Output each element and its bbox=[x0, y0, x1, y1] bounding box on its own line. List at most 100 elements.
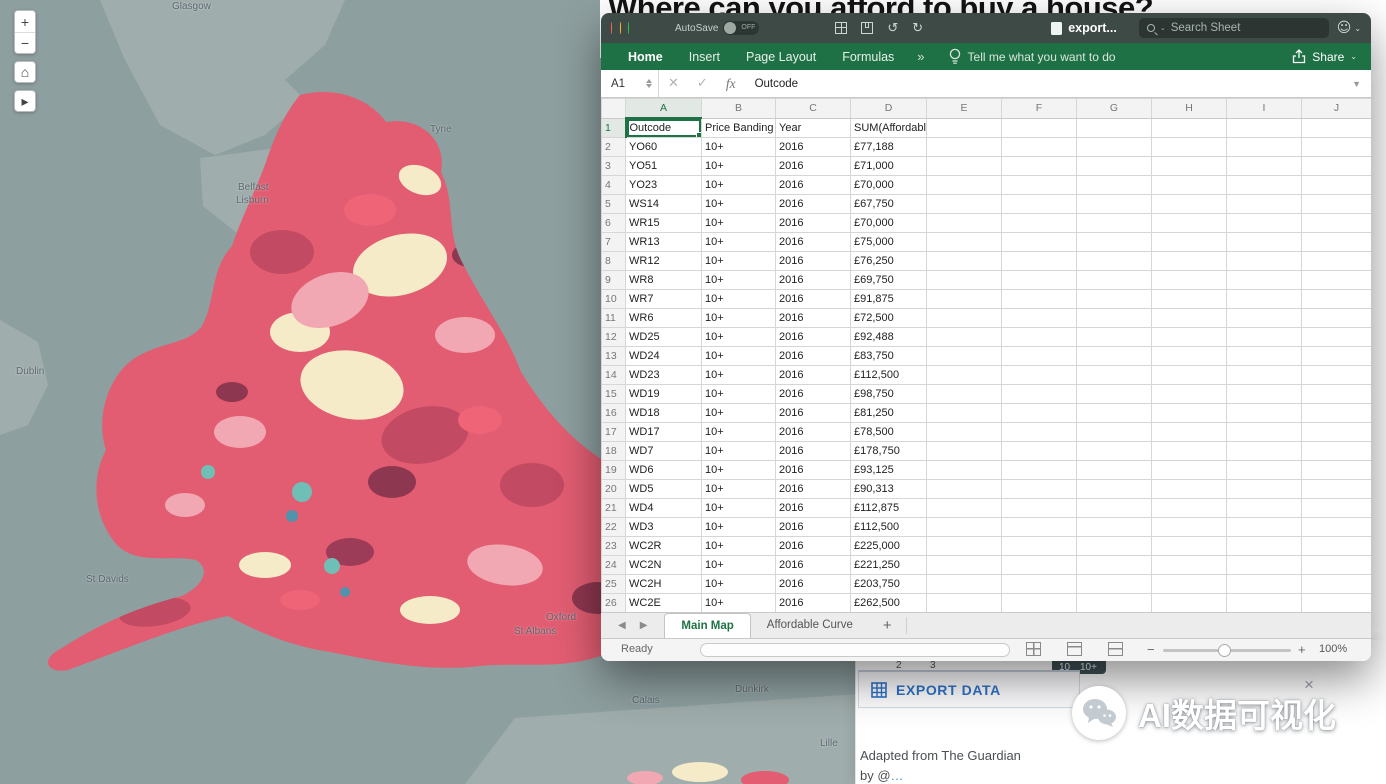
cell-F20[interactable] bbox=[1001, 479, 1077, 499]
cell-F13[interactable] bbox=[1001, 346, 1077, 366]
cell-H3[interactable] bbox=[1151, 156, 1227, 176]
cell-H4[interactable] bbox=[1151, 175, 1227, 195]
cell-J24[interactable] bbox=[1301, 555, 1371, 575]
cell-B18[interactable]: 10+ bbox=[701, 441, 776, 461]
tab-page-layout[interactable]: Page Layout bbox=[733, 50, 829, 64]
cell-F7[interactable] bbox=[1001, 232, 1077, 252]
cell-H21[interactable] bbox=[1151, 498, 1227, 518]
row-header-26[interactable]: 26 bbox=[601, 593, 626, 612]
cell-I11[interactable] bbox=[1226, 308, 1302, 328]
cell-E21[interactable] bbox=[926, 498, 1002, 518]
select-all-corner[interactable] bbox=[601, 98, 626, 119]
cell-F14[interactable] bbox=[1001, 365, 1077, 385]
cell-J20[interactable] bbox=[1301, 479, 1371, 499]
cell-D19[interactable]: £93,125 bbox=[850, 460, 927, 480]
cell-E11[interactable] bbox=[926, 308, 1002, 328]
cell-J16[interactable] bbox=[1301, 403, 1371, 423]
cell-E23[interactable] bbox=[926, 536, 1002, 556]
name-box[interactable]: A1 bbox=[601, 70, 659, 97]
cell-C15[interactable]: 2016 bbox=[775, 384, 851, 404]
cell-H9[interactable] bbox=[1151, 270, 1227, 290]
cell-C8[interactable]: 2016 bbox=[775, 251, 851, 271]
cell-D12[interactable]: £92,488 bbox=[850, 327, 927, 347]
row-header-20[interactable]: 20 bbox=[601, 479, 626, 499]
cell-D25[interactable]: £203,750 bbox=[850, 574, 927, 594]
row-header-19[interactable]: 19 bbox=[601, 460, 626, 480]
cell-J23[interactable] bbox=[1301, 536, 1371, 556]
cell-H19[interactable] bbox=[1151, 460, 1227, 480]
cell-A21[interactable]: WD4 bbox=[625, 498, 702, 518]
autosave-toggle[interactable]: OFF bbox=[723, 21, 760, 35]
col-header-I[interactable]: I bbox=[1226, 98, 1302, 119]
cell-A9[interactable]: WR8 bbox=[625, 270, 702, 290]
cell-B15[interactable]: 10+ bbox=[701, 384, 776, 404]
cell-F3[interactable] bbox=[1001, 156, 1077, 176]
cell-J8[interactable] bbox=[1301, 251, 1371, 271]
cell-B1[interactable]: Price Banding bbox=[701, 117, 776, 138]
row-header-17[interactable]: 17 bbox=[601, 422, 626, 442]
cell-E15[interactable] bbox=[926, 384, 1002, 404]
credit-link[interactable]: … bbox=[891, 768, 904, 783]
sheet-tab-main-map[interactable]: Main Map bbox=[664, 613, 751, 638]
col-header-B[interactable]: B bbox=[701, 98, 776, 119]
cell-C21[interactable]: 2016 bbox=[775, 498, 851, 518]
cell-D11[interactable]: £72,500 bbox=[850, 308, 927, 328]
cell-E7[interactable] bbox=[926, 232, 1002, 252]
save-icon[interactable] bbox=[861, 22, 874, 34]
close-window-button[interactable] bbox=[611, 22, 612, 34]
cell-I26[interactable] bbox=[1226, 593, 1302, 612]
cell-B11[interactable]: 10+ bbox=[701, 308, 776, 328]
row-header-25[interactable]: 25 bbox=[601, 574, 626, 594]
cell-J15[interactable] bbox=[1301, 384, 1371, 404]
cell-G19[interactable] bbox=[1076, 460, 1152, 480]
cell-F9[interactable] bbox=[1001, 270, 1077, 290]
tell-me-button[interactable]: Tell me what you want to do bbox=[949, 48, 1116, 65]
cell-B14[interactable]: 10+ bbox=[701, 365, 776, 385]
cell-J4[interactable] bbox=[1301, 175, 1371, 195]
cell-D2[interactable]: £77,188 bbox=[850, 137, 927, 157]
pan-button[interactable]: ▸ bbox=[14, 90, 36, 112]
row-header-22[interactable]: 22 bbox=[601, 517, 626, 537]
cell-E5[interactable] bbox=[926, 194, 1002, 214]
cell-I2[interactable] bbox=[1226, 137, 1302, 157]
cell-I7[interactable] bbox=[1226, 232, 1302, 252]
cell-A17[interactable]: WD17 bbox=[625, 422, 702, 442]
cell-J10[interactable] bbox=[1301, 289, 1371, 309]
cell-G8[interactable] bbox=[1076, 251, 1152, 271]
cell-G23[interactable] bbox=[1076, 536, 1152, 556]
row-header-14[interactable]: 14 bbox=[601, 365, 626, 385]
cell-G25[interactable] bbox=[1076, 574, 1152, 594]
cell-I25[interactable] bbox=[1226, 574, 1302, 594]
cell-G7[interactable] bbox=[1076, 232, 1152, 252]
cell-A23[interactable]: WC2R bbox=[625, 536, 702, 556]
cell-I3[interactable] bbox=[1226, 156, 1302, 176]
cell-J21[interactable] bbox=[1301, 498, 1371, 518]
cell-I1[interactable] bbox=[1226, 117, 1302, 138]
zoom-in-icon[interactable]: + bbox=[1298, 642, 1306, 657]
cell-D18[interactable]: £178,750 bbox=[850, 441, 927, 461]
cell-C26[interactable]: 2016 bbox=[775, 593, 851, 612]
col-header-A[interactable]: A bbox=[625, 98, 702, 119]
cell-J11[interactable] bbox=[1301, 308, 1371, 328]
cell-G12[interactable] bbox=[1076, 327, 1152, 347]
formula-input[interactable]: Outcode bbox=[755, 78, 798, 90]
row-header-13[interactable]: 13 bbox=[601, 346, 626, 366]
cell-D10[interactable]: £91,875 bbox=[850, 289, 927, 309]
col-header-H[interactable]: H bbox=[1151, 98, 1227, 119]
cell-I20[interactable] bbox=[1226, 479, 1302, 499]
prev-sheet-icon[interactable]: ◀ bbox=[611, 620, 633, 631]
cell-D9[interactable]: £69,750 bbox=[850, 270, 927, 290]
cell-B17[interactable]: 10+ bbox=[701, 422, 776, 442]
cell-G3[interactable] bbox=[1076, 156, 1152, 176]
tab-formulas[interactable]: Formulas bbox=[829, 50, 907, 64]
row-header-15[interactable]: 15 bbox=[601, 384, 626, 404]
cell-C1[interactable]: Year bbox=[775, 117, 851, 138]
cell-I9[interactable] bbox=[1226, 270, 1302, 290]
row-header-9[interactable]: 9 bbox=[601, 270, 626, 290]
cell-H26[interactable] bbox=[1151, 593, 1227, 612]
cell-E26[interactable] bbox=[926, 593, 1002, 612]
cell-A12[interactable]: WD25 bbox=[625, 327, 702, 347]
cell-I12[interactable] bbox=[1226, 327, 1302, 347]
cell-C22[interactable]: 2016 bbox=[775, 517, 851, 537]
cell-E10[interactable] bbox=[926, 289, 1002, 309]
